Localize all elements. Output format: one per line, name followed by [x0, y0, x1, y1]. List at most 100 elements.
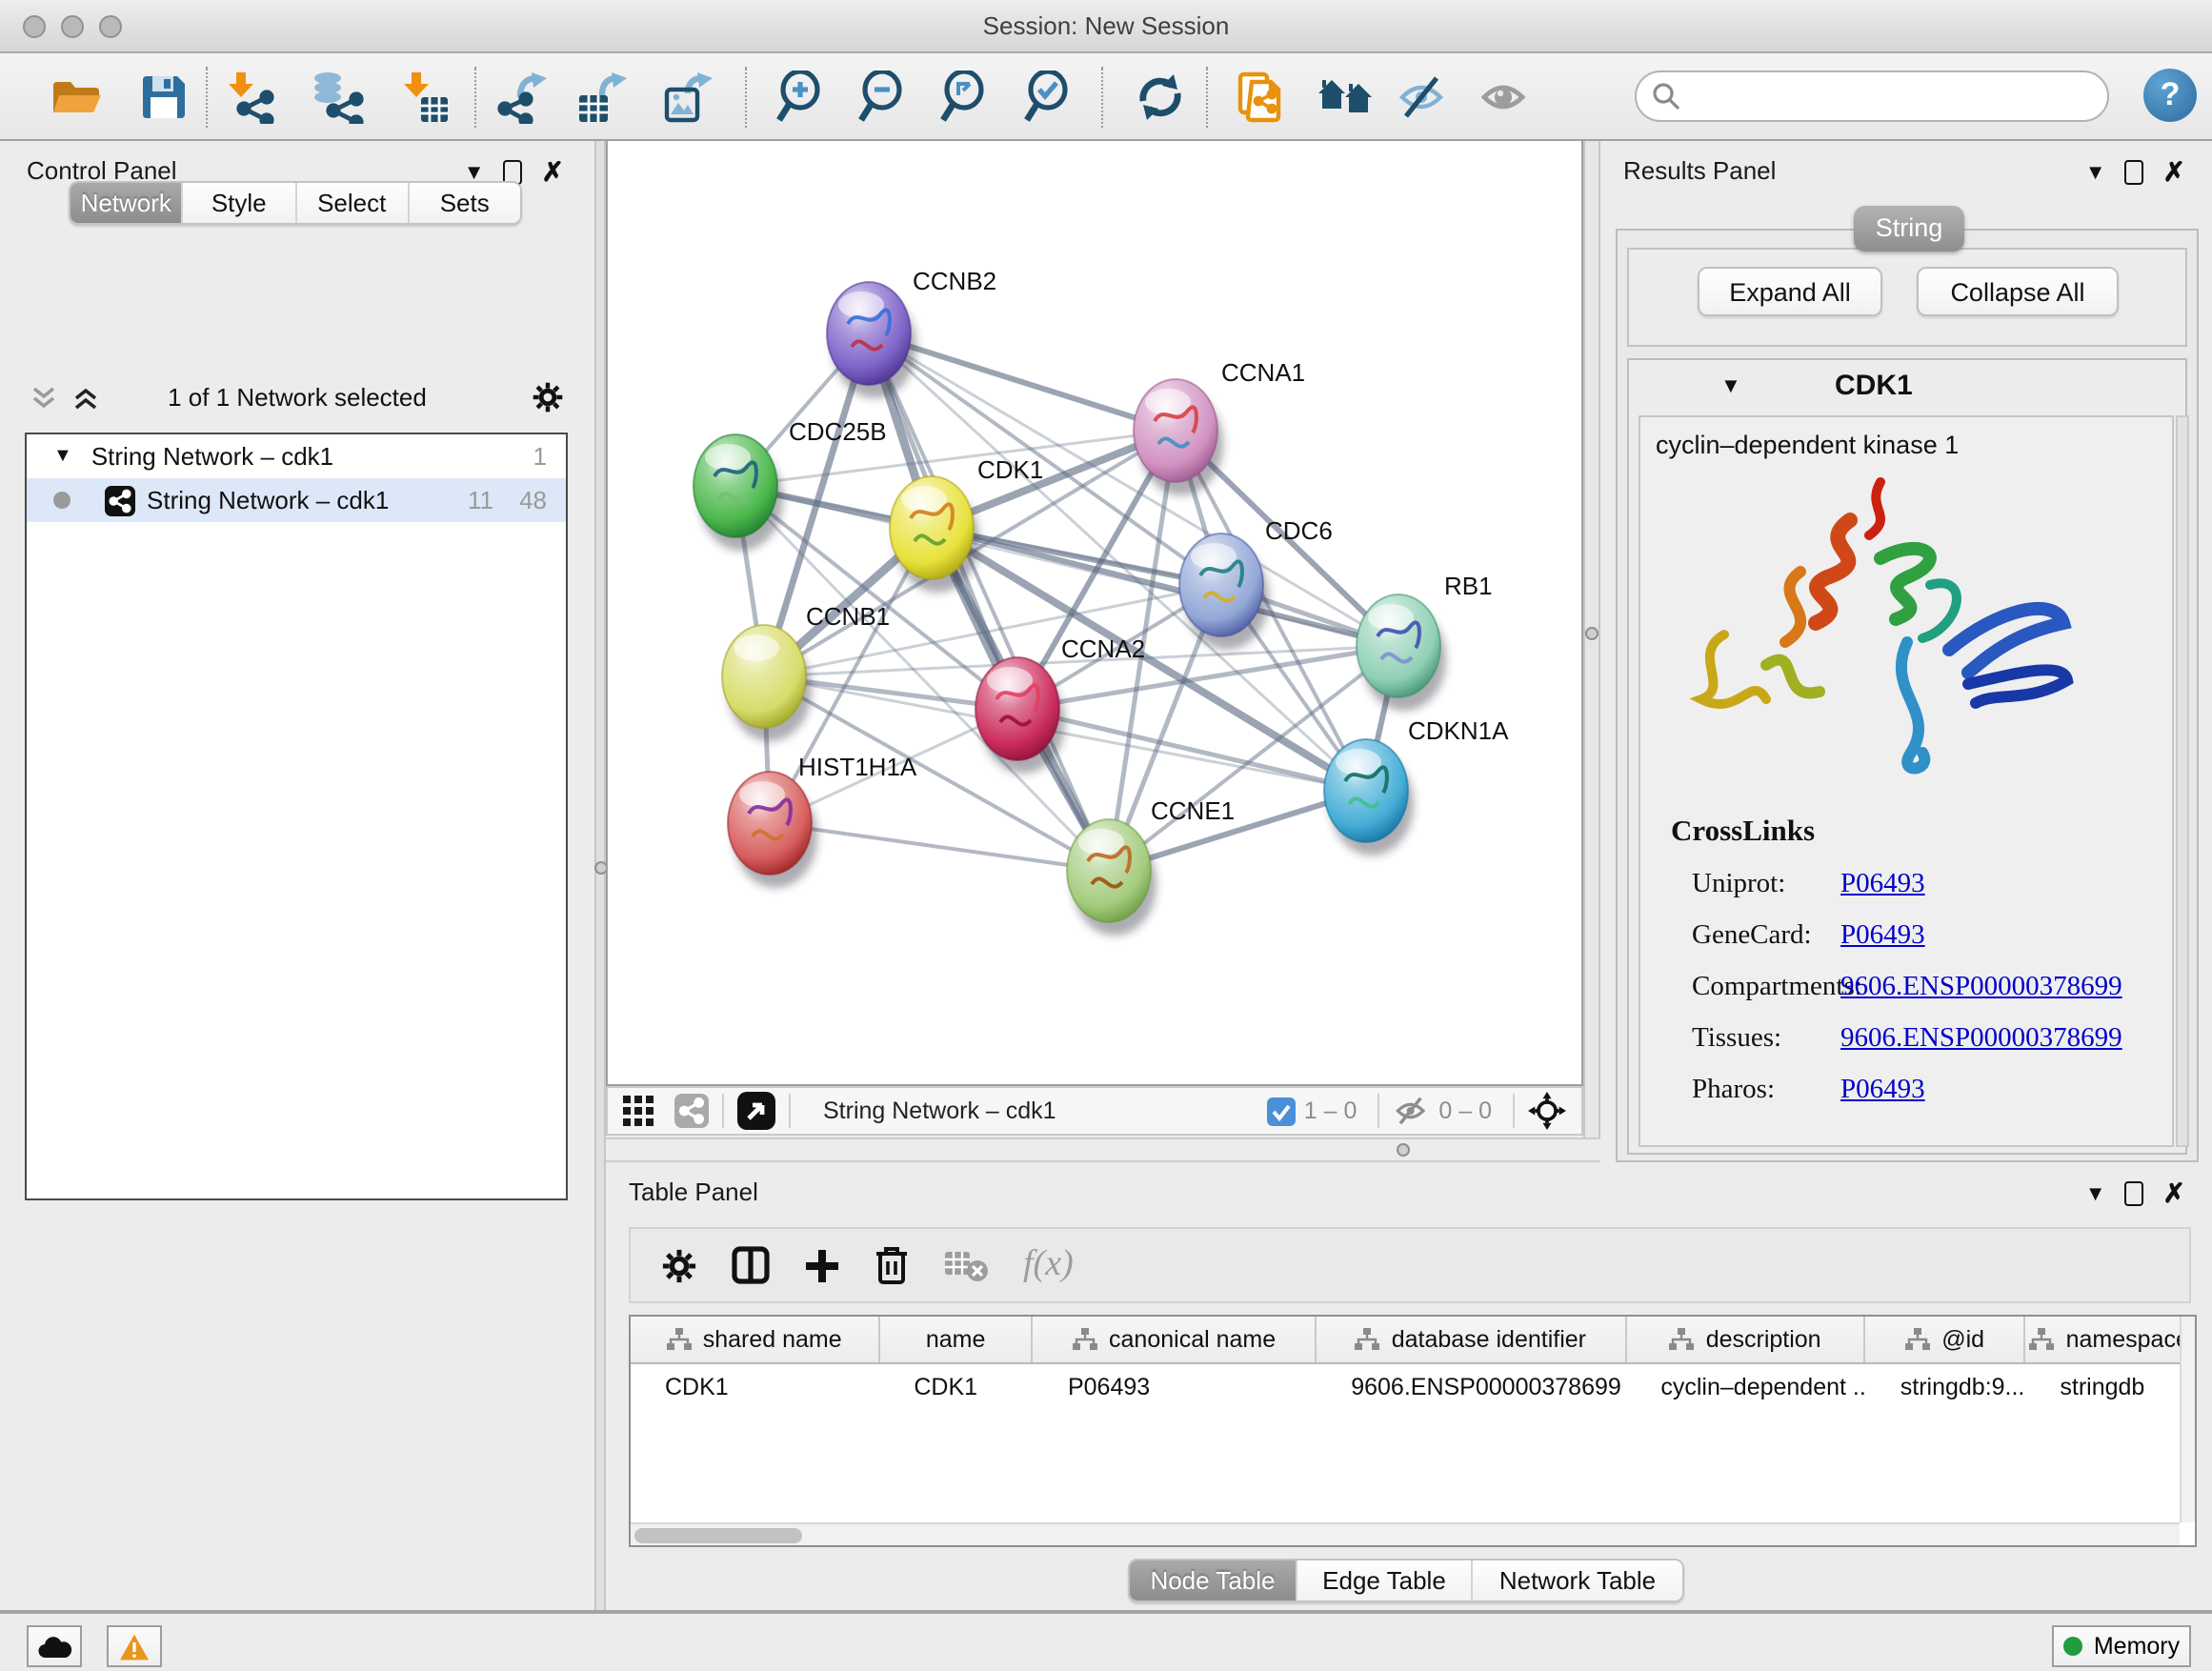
collection-disclosure-icon[interactable]: ▼: [53, 446, 72, 467]
new-network-from-selection-button[interactable]: [1235, 69, 1292, 126]
horizontal-splitter-handle[interactable]: [1397, 1143, 1410, 1157]
network-node-ccna2[interactable]: [975, 657, 1065, 774]
network-canvas[interactable]: CCNB2CCNA1CDC25BCDK1CDC6RB1CCNB1CCNA2CDK…: [606, 141, 1583, 1086]
show-hidden-button[interactable]: [1477, 69, 1534, 126]
grid-view-icon[interactable]: [623, 1095, 655, 1127]
table-settings-gear-icon[interactable]: [661, 1247, 697, 1283]
toolbar-separator: [722, 1094, 724, 1128]
column-header-description[interactable]: description: [1626, 1317, 1865, 1362]
network-node-hist1h1a[interactable]: [728, 772, 817, 888]
crosslink-link[interactable]: P06493: [1840, 920, 1925, 953]
expand-all-button[interactable]: Expand All: [1698, 267, 1882, 316]
network-collection-row[interactable]: ▼ String Network – cdk1 1: [27, 434, 566, 478]
crosslink-link[interactable]: 9606.ENSP00000378699: [1840, 1023, 2122, 1056]
network-node-rb1[interactable]: [1357, 594, 1446, 711]
zoom-out-button[interactable]: [854, 69, 911, 126]
import-table-file-button[interactable]: [396, 69, 453, 126]
collapse-all-button[interactable]: Collapse All: [1917, 267, 2119, 316]
tab-string[interactable]: String: [1854, 206, 1964, 252]
network-node-cdk1[interactable]: [890, 476, 979, 593]
crosslink-link[interactable]: P06493: [1840, 1075, 1925, 1107]
tab-edge-table[interactable]: Edge Table: [1297, 1560, 1473, 1601]
tab-sets[interactable]: Sets: [410, 183, 521, 223]
delete-column-icon[interactable]: [875, 1246, 909, 1284]
hide-selected-button[interactable]: [1395, 69, 1452, 126]
table-vertical-scrollbar[interactable]: [2180, 1317, 2195, 1522]
warnings-button[interactable]: [107, 1625, 162, 1667]
results-panel-title: Results Panel: [1623, 156, 1776, 185]
tab-network[interactable]: Network: [70, 183, 184, 223]
table-cell[interactable]: 9606.ENSP00000378699: [1317, 1364, 1626, 1408]
export-table-button[interactable]: [573, 69, 631, 126]
tab-style[interactable]: Style: [184, 183, 297, 223]
panel-menu-icon[interactable]: ▼: [2085, 1182, 2106, 1205]
gear-icon[interactable]: [532, 381, 564, 413]
zoom-fit-button[interactable]: [935, 69, 993, 126]
column-header-database-identifier[interactable]: database identifier: [1317, 1317, 1626, 1362]
export-image-button[interactable]: [659, 69, 716, 126]
panel-menu-icon[interactable]: ▼: [2085, 161, 2106, 184]
left-splitter[interactable]: [594, 141, 606, 1610]
network-node-ccnb2[interactable]: [827, 282, 916, 398]
column-header-name[interactable]: name: [879, 1317, 1034, 1362]
zoom-selected-button[interactable]: [1019, 69, 1076, 126]
tab-node-table[interactable]: Node Table: [1130, 1560, 1297, 1601]
network-edge[interactable]: [869, 333, 1109, 871]
show-all-networks-button[interactable]: [1317, 69, 1374, 126]
close-panel-icon[interactable]: ✗: [2163, 156, 2185, 189]
show-columns-icon[interactable]: [732, 1246, 770, 1284]
table-horizontal-scrollbar[interactable]: [631, 1522, 2180, 1545]
table-cell[interactable]: cyclin–dependent ...: [1626, 1364, 1865, 1408]
save-session-button[interactable]: [135, 69, 192, 126]
current-network-title: String Network – cdk1: [823, 1097, 1056, 1124]
network-node-ccne1[interactable]: [1067, 819, 1156, 936]
import-network-file-button[interactable]: [221, 69, 278, 126]
memory-button[interactable]: Memory: [2052, 1625, 2191, 1667]
export-network-button[interactable]: [495, 69, 553, 126]
network-row-selected[interactable]: String Network – cdk1 11 48: [27, 478, 566, 522]
crosslink-link[interactable]: P06493: [1840, 869, 1925, 901]
network-node-cdc25b[interactable]: [694, 434, 783, 551]
column-header--id[interactable]: @id: [1866, 1317, 2026, 1362]
close-panel-icon[interactable]: ✗: [2163, 1178, 2185, 1210]
column-header-canonical-name[interactable]: canonical name: [1034, 1317, 1317, 1362]
table-cell[interactable]: P06493: [1034, 1364, 1317, 1408]
column-header-namespace[interactable]: namespace: [2025, 1317, 2195, 1362]
pan-crosshair-icon[interactable]: [1528, 1092, 1566, 1130]
column-header-shared-name[interactable]: shared name: [631, 1317, 879, 1362]
cloud-button[interactable]: [27, 1625, 82, 1667]
crosslink-row: Compartments:9606.ENSP00000378699: [1692, 972, 2168, 1014]
scrollbar-thumb[interactable]: [634, 1528, 802, 1543]
apply-layout-button[interactable]: [1132, 69, 1189, 126]
tab-network-table[interactable]: Network Table: [1473, 1560, 1682, 1601]
open-session-button[interactable]: [48, 69, 105, 126]
table-row[interactable]: CDK1CDK1P064939606.ENSP00000378699cyclin…: [631, 1364, 2195, 1408]
birdseye-toggle-icon[interactable]: [737, 1092, 775, 1130]
selected-checkbox-icon[interactable]: [1268, 1097, 1297, 1125]
search-input[interactable]: [1635, 70, 2109, 122]
float-panel-icon[interactable]: [2125, 1181, 2144, 1206]
help-button[interactable]: ?: [2143, 69, 2197, 122]
search-icon: [1652, 82, 1680, 111]
tab-select[interactable]: Select: [296, 183, 410, 223]
cdk1-section-header[interactable]: ▼ CDK1: [1629, 362, 2185, 415]
import-network-database-button[interactable]: [309, 69, 366, 126]
network-node-cdkn1a[interactable]: [1324, 739, 1414, 856]
float-panel-icon[interactable]: [2125, 160, 2144, 185]
network-edge[interactable]: [1017, 709, 1366, 791]
results-scrollbar[interactable]: [2176, 415, 2189, 1147]
add-column-icon[interactable]: [804, 1247, 840, 1283]
share-view-icon[interactable]: [674, 1094, 709, 1128]
network-edge[interactable]: [770, 823, 1109, 871]
zoom-in-button[interactable]: [772, 69, 829, 126]
table-cell[interactable]: stringdb: [2025, 1364, 2195, 1408]
table-cell[interactable]: stringdb:9...: [1866, 1364, 2026, 1408]
column-header-label: database identifier: [1392, 1326, 1586, 1353]
right-splitter-handle[interactable]: [1585, 627, 1599, 640]
section-disclosure-icon[interactable]: ▼: [1720, 375, 1741, 398]
table-cell[interactable]: CDK1: [879, 1364, 1034, 1408]
crosslink-link[interactable]: 9606.ENSP00000378699: [1840, 972, 2122, 1004]
close-panel-icon[interactable]: ✗: [542, 156, 564, 189]
table-cell[interactable]: CDK1: [631, 1364, 879, 1408]
status-bar: Memory: [0, 1610, 2212, 1671]
